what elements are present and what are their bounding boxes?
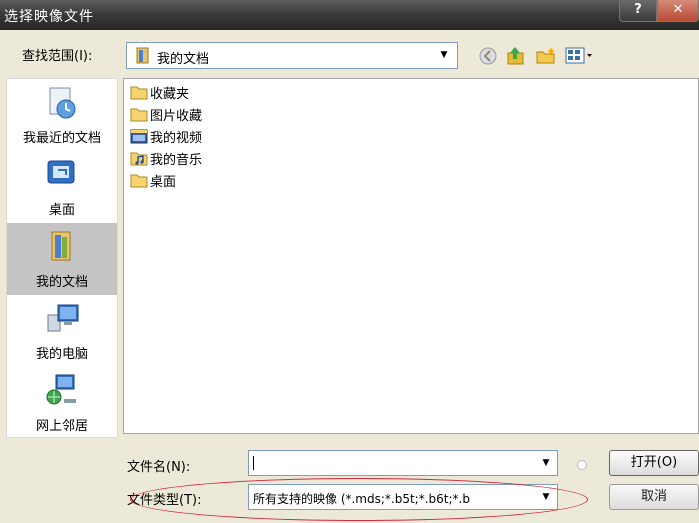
file-list[interactable]: 收藏夹 图片收藏 我的视频 我的音乐 桌面 bbox=[123, 78, 699, 434]
lookin-value: 我的文档 bbox=[157, 52, 210, 67]
place-label: 我的电脑 bbox=[35, 347, 88, 362]
place-label: 我最近的文档 bbox=[22, 131, 101, 146]
place-recent-documents[interactable]: 我最近的文档 bbox=[7, 79, 117, 151]
chevron-down-icon[interactable]: ▼ bbox=[537, 453, 555, 473]
place-network[interactable]: 网上邻居 bbox=[7, 367, 117, 439]
video-folder-icon bbox=[130, 129, 148, 144]
list-item[interactable]: 收藏夹 bbox=[130, 82, 189, 102]
recent-documents-icon bbox=[44, 85, 80, 121]
filename-label: 文件名(N): bbox=[127, 460, 191, 475]
list-item[interactable]: 图片收藏 bbox=[130, 104, 202, 124]
list-item[interactable]: 我的音乐 bbox=[130, 148, 202, 168]
place-label: 网上邻居 bbox=[35, 419, 88, 434]
music-folder-icon bbox=[130, 152, 148, 166]
file-name: 我的音乐 bbox=[150, 152, 203, 168]
filetype-value: 所有支持的映像 (*.mds;*.b5t;*.b6t;*.b bbox=[253, 492, 470, 506]
place-label: 我的文档 bbox=[35, 275, 88, 290]
views-menu-icon[interactable] bbox=[564, 44, 594, 68]
back-icon[interactable] bbox=[476, 44, 500, 68]
title-bar: 选择映像文件 ? ✕ bbox=[0, 0, 699, 30]
desktop-icon bbox=[44, 157, 80, 193]
close-button[interactable]: ✕ bbox=[657, 0, 699, 22]
lookin-combo[interactable]: 我的文档 ▼ bbox=[126, 42, 458, 69]
place-my-documents[interactable]: 我的文档 bbox=[7, 223, 117, 295]
folder-icon bbox=[130, 108, 148, 122]
open-button[interactable]: 打开(O) bbox=[609, 450, 699, 476]
filetype-label: 文件类型(T): bbox=[127, 493, 202, 508]
my-documents-icon bbox=[135, 47, 151, 69]
filetype-select[interactable]: 所有支持的映像 (*.mds;*.b5t;*.b6t;*.b ▼ bbox=[248, 484, 558, 510]
new-folder-icon[interactable] bbox=[534, 44, 558, 68]
my-documents-icon bbox=[44, 229, 80, 265]
folder-icon bbox=[130, 86, 148, 100]
places-bar: 我最近的文档 桌面 我的文档 我的电脑 网上邻居 bbox=[6, 78, 118, 438]
my-computer-icon bbox=[44, 301, 80, 337]
file-name: 桌面 bbox=[150, 174, 177, 190]
text-caret bbox=[253, 456, 254, 470]
network-places-icon bbox=[44, 373, 80, 409]
radio-icon bbox=[577, 460, 587, 470]
filename-input[interactable]: ▼ bbox=[248, 450, 558, 476]
lookin-label: 查找范围(I): bbox=[22, 49, 93, 64]
list-item[interactable]: 我的视频 bbox=[130, 126, 202, 146]
place-my-computer[interactable]: 我的电脑 bbox=[7, 295, 117, 367]
file-name: 图片收藏 bbox=[150, 108, 203, 124]
chevron-down-icon[interactable]: ▼ bbox=[435, 46, 453, 65]
help-button[interactable]: ? bbox=[619, 0, 657, 22]
place-label: 桌面 bbox=[48, 203, 75, 218]
cancel-button[interactable]: 取消 bbox=[609, 484, 699, 510]
folder-icon bbox=[130, 174, 148, 188]
file-name: 我的视频 bbox=[150, 130, 203, 146]
list-item[interactable]: 桌面 bbox=[130, 170, 176, 190]
chevron-down-icon[interactable]: ▼ bbox=[537, 487, 555, 507]
up-folder-icon[interactable] bbox=[504, 44, 528, 68]
place-desktop[interactable]: 桌面 bbox=[7, 151, 117, 223]
window-title: 选择映像文件 bbox=[4, 9, 94, 25]
file-name: 收藏夹 bbox=[150, 86, 190, 102]
